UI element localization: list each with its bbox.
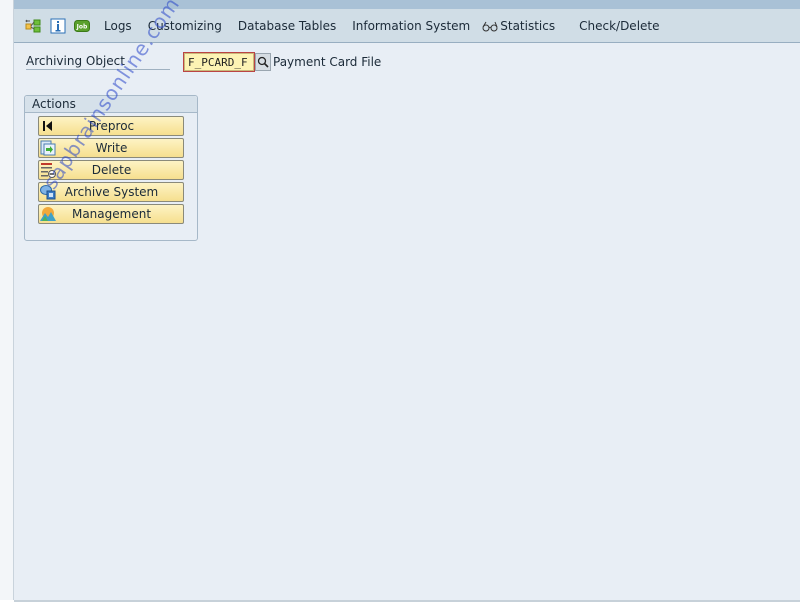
title-bar bbox=[14, 0, 800, 9]
hierarchy-icon[interactable] bbox=[25, 18, 41, 34]
write-document-icon bbox=[40, 140, 56, 156]
actions-group: Actions Preproc Write Delete Archive Sys… bbox=[24, 95, 198, 241]
search-icon bbox=[257, 56, 269, 68]
write-button[interactable]: Write bbox=[38, 138, 184, 158]
management-label: Management bbox=[71, 207, 152, 221]
job-icon[interactable]: Job bbox=[74, 18, 90, 34]
archiving-object-label: Archiving Object bbox=[26, 54, 170, 70]
glasses-icon bbox=[482, 20, 499, 32]
application-toolbar: Job Logs Customizing Database Tables Inf… bbox=[14, 9, 800, 43]
management-icon bbox=[40, 206, 56, 222]
delete-button[interactable]: Delete bbox=[38, 160, 184, 180]
left-window-edge bbox=[0, 0, 14, 600]
statistics-label: Statistics bbox=[500, 18, 556, 33]
archiving-object-description: Payment Card File bbox=[273, 55, 382, 69]
svg-text:Job: Job bbox=[76, 23, 88, 30]
logs-button[interactable]: Logs bbox=[96, 19, 140, 33]
database-tables-button[interactable]: Database Tables bbox=[230, 19, 344, 33]
search-help-button[interactable] bbox=[255, 53, 271, 71]
write-label: Write bbox=[95, 141, 128, 155]
archiving-object-row: Archiving Object Payment Card File bbox=[26, 51, 381, 73]
information-system-button[interactable]: Information System bbox=[344, 19, 478, 33]
archiving-object-input[interactable] bbox=[183, 52, 255, 72]
check-delete-button[interactable]: Check/Delete bbox=[571, 19, 667, 33]
archive-system-label: Archive System bbox=[64, 185, 159, 199]
first-page-icon bbox=[40, 118, 56, 134]
main-content: Archiving Object Payment Card File Actio… bbox=[14, 43, 800, 602]
preproc-label: Preproc bbox=[88, 119, 135, 133]
delete-list-icon bbox=[40, 162, 56, 178]
preproc-button[interactable]: Preproc bbox=[38, 116, 184, 136]
customizing-button[interactable]: Customizing bbox=[140, 19, 230, 33]
management-button[interactable]: Management bbox=[38, 204, 184, 224]
archive-system-button[interactable]: Archive System bbox=[38, 182, 184, 202]
statistics-button[interactable]: Statistics bbox=[478, 19, 563, 33]
actions-title: Actions bbox=[25, 96, 197, 113]
info-icon[interactable] bbox=[50, 18, 66, 34]
delete-label: Delete bbox=[91, 163, 132, 177]
archive-system-icon bbox=[40, 184, 56, 200]
